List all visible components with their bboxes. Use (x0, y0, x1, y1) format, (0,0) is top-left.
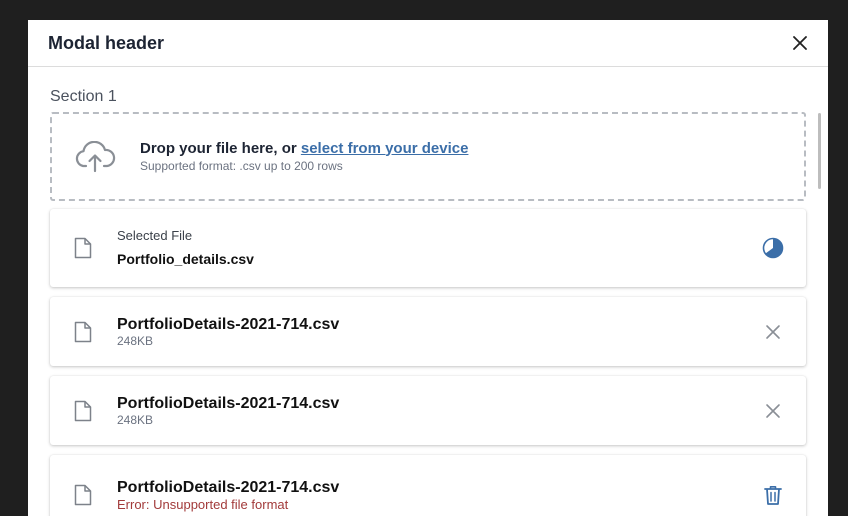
modal-body: Section 1 Drop your file here, or select… (28, 67, 828, 516)
file-icon (74, 237, 92, 259)
cloud-upload-icon (75, 140, 116, 172)
file-name: PortfolioDetails-2021-714.csv (117, 315, 340, 333)
remove-file-button[interactable] (762, 321, 784, 343)
file-name: PortfolioDetails-2021-714.csv (117, 478, 340, 496)
modal-title: Modal header (48, 32, 165, 53)
dropzone-prompt: Drop your file here, or (140, 139, 297, 157)
section-title: Section 1 (50, 88, 117, 105)
close-icon (793, 36, 807, 50)
file-icon (74, 484, 92, 506)
file-error-message: Error: Unsupported file format (117, 496, 289, 512)
remove-x-icon (766, 403, 780, 418)
file-card-error: PortfolioDetails-2021-714.csv Error: Uns… (50, 455, 806, 516)
modal-header: Modal header (28, 20, 828, 67)
remove-file-button[interactable] (762, 400, 784, 422)
file-name: PortfolioDetails-2021-714.csv (117, 394, 340, 412)
progress-pie-icon (762, 237, 784, 259)
file-size: 248KB (117, 333, 154, 348)
file-card-2: PortfolioDetails-2021-714.csv 248KB (50, 376, 806, 445)
scrollbar-thumb[interactable] (818, 113, 821, 189)
dropzone-text: Drop your file here, or select from your… (140, 140, 468, 174)
selected-file-name: Portfolio_details.csv (117, 251, 254, 267)
file-dropzone[interactable]: Drop your file here, or select from your… (50, 112, 806, 201)
remove-x-icon (766, 324, 780, 339)
modal-dialog: Modal header Section 1 Drop your file he… (28, 20, 828, 516)
file-card-1: PortfolioDetails-2021-714.csv 248KB (50, 297, 806, 366)
file-icon (74, 321, 92, 342)
file-size: 248KB (117, 412, 154, 427)
delete-file-button[interactable] (762, 484, 784, 506)
upload-progress (762, 237, 784, 259)
selected-file-card: Selected File Portfolio_details.csv (50, 209, 806, 287)
trash-icon (764, 486, 782, 505)
close-button[interactable] (790, 33, 810, 53)
selected-file-label: Selected File (117, 228, 193, 243)
file-icon (74, 400, 92, 421)
select-from-device-link[interactable]: select from your device (301, 140, 469, 157)
supported-format-hint: Supported format: .csv up to 200 rows (140, 158, 343, 173)
